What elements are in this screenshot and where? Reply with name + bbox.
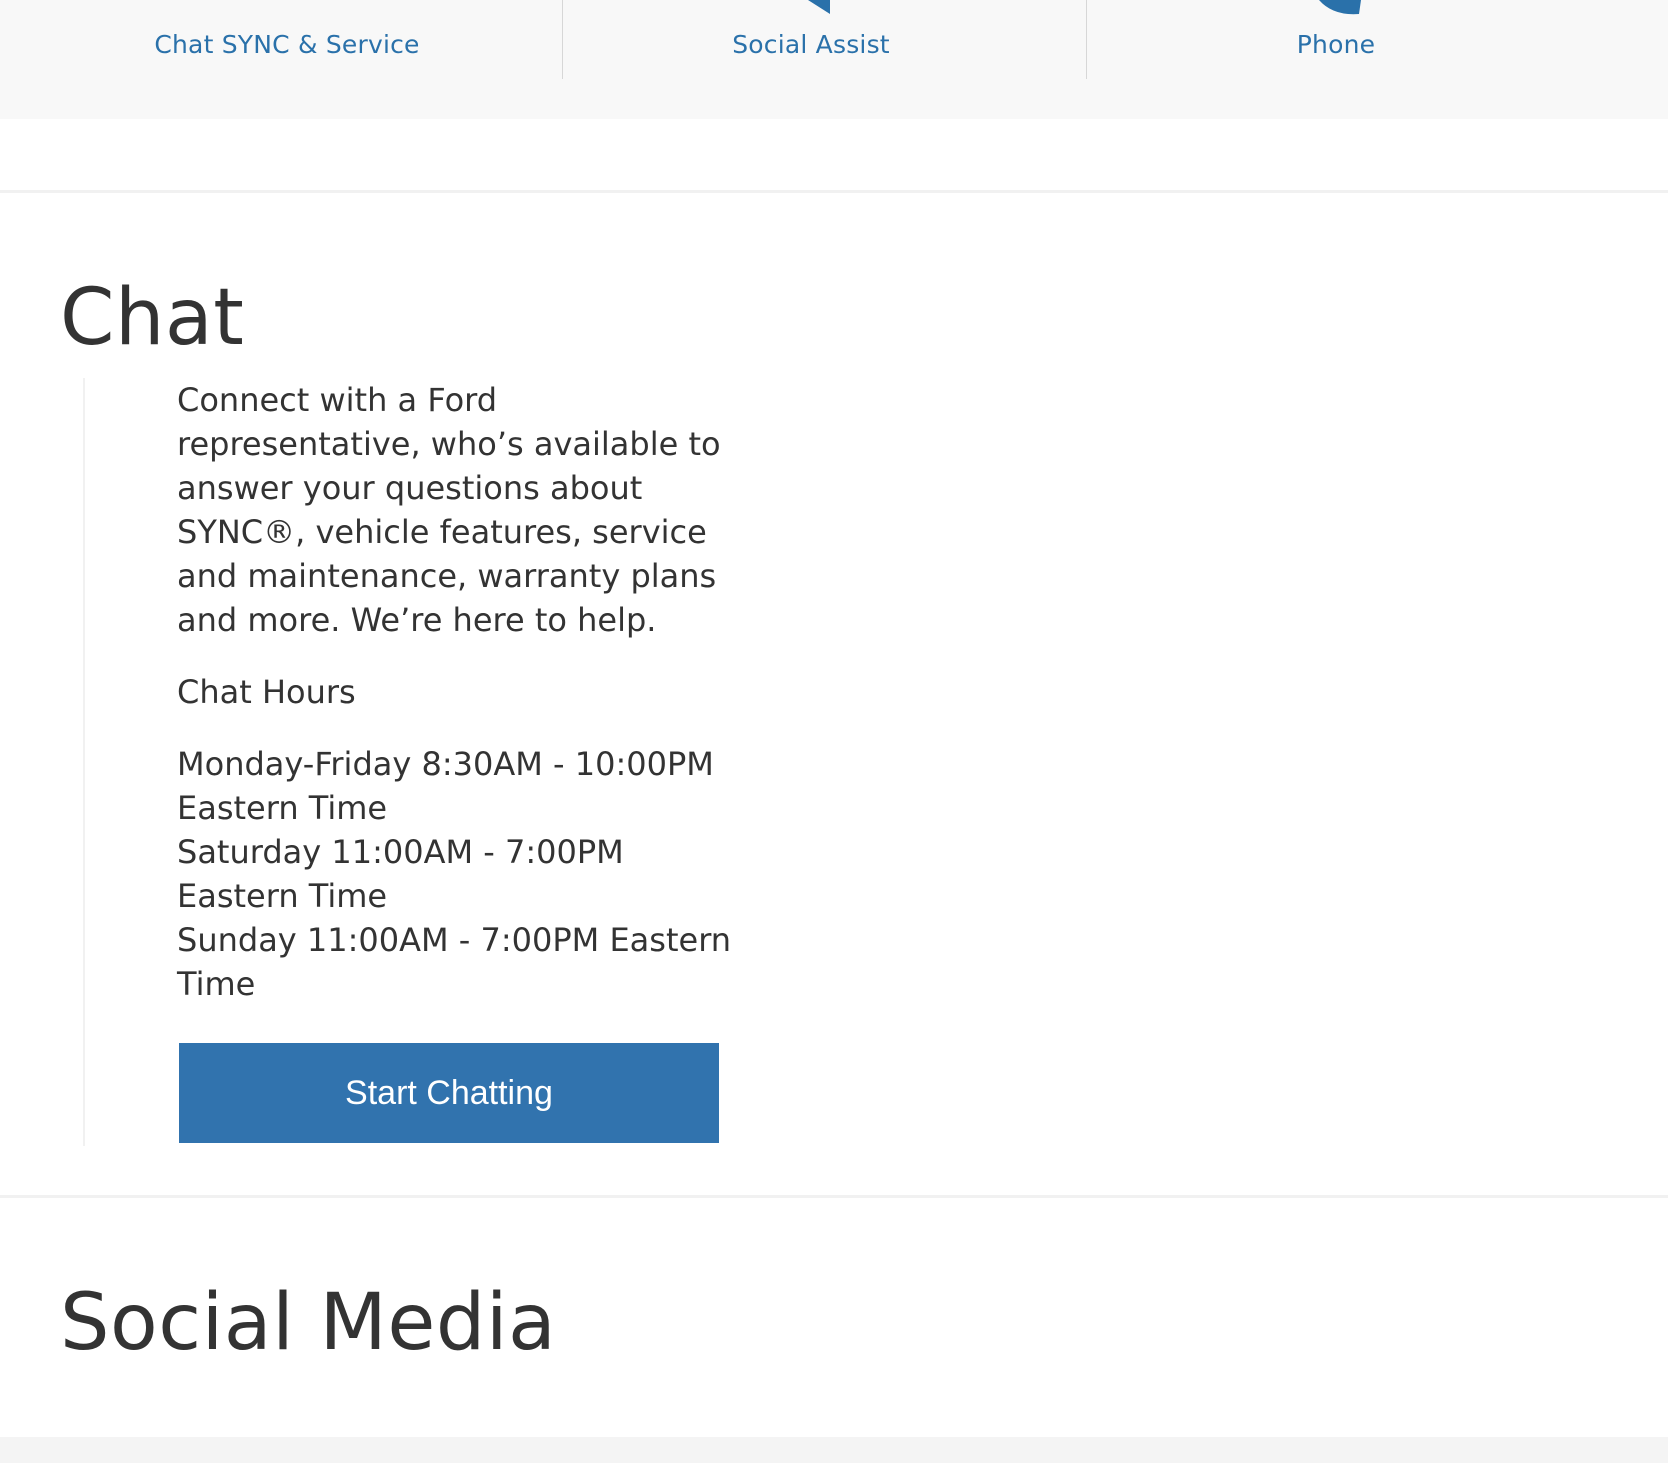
contact-nav: Chat SYNC & Service Social Assist Phone [0, 0, 1668, 119]
chat-hours-title: Chat Hours [177, 673, 356, 711]
chat-content: Connect with a Ford representative, who’… [83, 378, 785, 1146]
chat-description: Connect with a Ford representative, who’… [177, 381, 721, 639]
chat-hours-saturday: Saturday 11:00AM - 7:00PM Eastern Time [177, 833, 624, 915]
social-icon [808, 0, 830, 14]
section-divider [0, 190, 1668, 193]
nav-item-phone[interactable]: Phone [1074, 0, 1598, 80]
social-media-heading: Social Media [60, 1278, 557, 1368]
chat-hours-weekday: Monday-Friday 8:30AM - 10:00PM Eastern T… [177, 745, 714, 827]
start-chatting-button[interactable]: Start Chatting [179, 1043, 719, 1143]
phone-icon [1319, 0, 1361, 15]
nav-item-social-assist[interactable]: Social Assist [549, 0, 1073, 80]
nav-label-social-assist: Social Assist [732, 30, 890, 59]
bottom-band [0, 1437, 1668, 1463]
chat-heading: Chat [60, 273, 245, 363]
nav-label-chat: Chat SYNC & Service [154, 30, 420, 59]
chat-hours-sunday: Sunday 11:00AM - 7:00PM Eastern Time [177, 921, 732, 1003]
chat-text: Connect with a Ford representative, who’… [177, 378, 737, 1006]
nav-label-phone: Phone [1296, 30, 1376, 59]
section-divider [0, 1195, 1668, 1198]
nav-item-chat[interactable]: Chat SYNC & Service [25, 0, 549, 80]
